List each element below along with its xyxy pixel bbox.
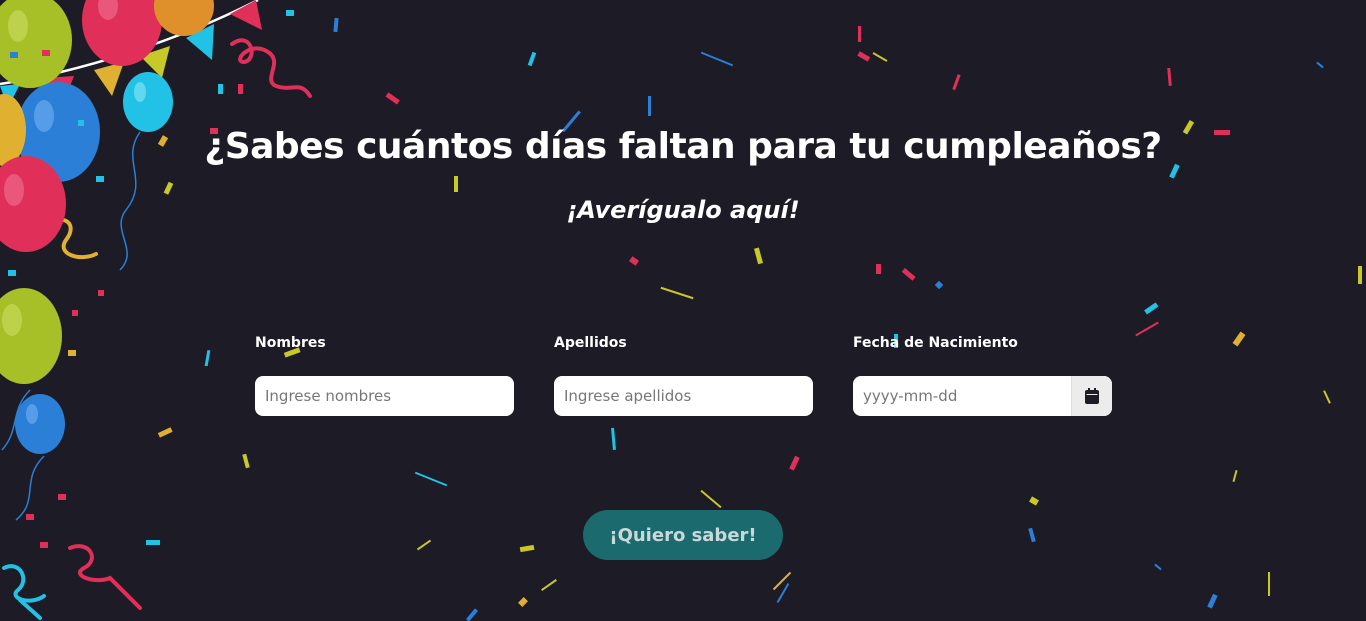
submit-button[interactable]: ¡Quiero saber! bbox=[583, 510, 783, 560]
calendar-icon bbox=[1085, 388, 1099, 404]
fecha-label: Fecha de Nacimiento bbox=[853, 335, 1018, 351]
page-subtitle: ¡Averígualo aquí! bbox=[566, 196, 800, 224]
apellidos-input[interactable] bbox=[554, 376, 813, 416]
fecha-field bbox=[853, 376, 1112, 416]
fecha-input[interactable] bbox=[853, 376, 1072, 416]
apellidos-label: Apellidos bbox=[554, 335, 627, 351]
calendar-button[interactable] bbox=[1071, 376, 1112, 416]
nombres-label: Nombres bbox=[255, 335, 326, 351]
page: ¿Sabes cuántos días faltan para tu cumpl… bbox=[0, 0, 1366, 621]
nombres-input[interactable] bbox=[255, 376, 514, 416]
page-title: ¿Sabes cuántos días faltan para tu cumpl… bbox=[204, 126, 1162, 167]
